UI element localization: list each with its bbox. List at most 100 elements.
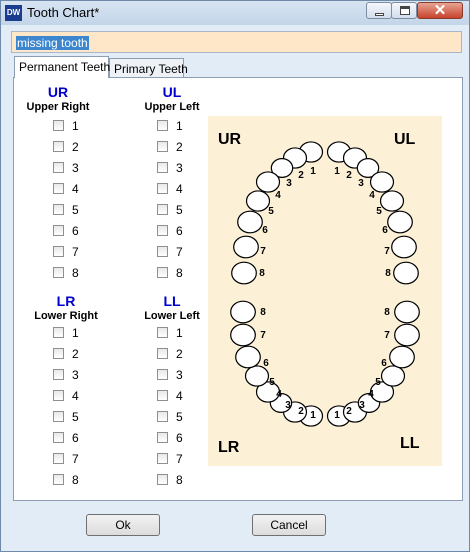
tooth-checkbox-ul-3[interactable]: 3 (157, 160, 183, 175)
checkbox-label: 5 (72, 409, 79, 424)
tooth-checkbox-lr-7[interactable]: 7 (53, 451, 79, 466)
tooth-checkbox-ll-1[interactable]: 1 (157, 325, 183, 340)
checkbox-label: 1 (176, 118, 183, 133)
tooth-checkbox-lr-6[interactable]: 6 (53, 430, 79, 445)
tooth-number-ul-6: 6 (382, 225, 388, 236)
tooth-checkbox-ur-2[interactable]: 2 (53, 139, 79, 154)
checkbox-box[interactable] (53, 453, 64, 465)
tooth-checkbox-ll-2[interactable]: 2 (157, 346, 183, 361)
tooth-checkbox-ul-7[interactable]: 7 (157, 244, 183, 259)
checkbox-box[interactable] (157, 327, 168, 339)
checkbox-box[interactable] (53, 369, 64, 381)
tooth-checkbox-lr-5[interactable]: 5 (53, 409, 79, 424)
tooth-checkbox-ur-1[interactable]: 1 (53, 118, 79, 133)
checkbox-box[interactable] (53, 162, 64, 174)
checkbox-label: 7 (72, 451, 79, 466)
tooth-checkbox-lr-4[interactable]: 4 (53, 388, 79, 403)
checkbox-box[interactable] (53, 474, 64, 486)
tooth-checkbox-ul-2[interactable]: 2 (157, 139, 183, 154)
checkbox-box[interactable] (157, 225, 168, 237)
checkbox-box[interactable] (53, 390, 64, 402)
tooth-number-ur-7: 7 (260, 246, 266, 257)
quadrant-name: Lower Right (34, 310, 98, 322)
tooth-checkbox-ll-6[interactable]: 6 (157, 430, 183, 445)
checkbox-box[interactable] (53, 327, 64, 339)
tooth-checkbox-ur-8[interactable]: 8 (53, 265, 79, 280)
tooth-checkbox-lr-1[interactable]: 1 (53, 325, 79, 340)
tooth-checkbox-ul-5[interactable]: 5 (157, 202, 183, 217)
tooth-checkbox-ll-4[interactable]: 4 (157, 388, 183, 403)
tooth-number-ur-3: 3 (286, 178, 292, 189)
maximize-button[interactable] (391, 2, 417, 19)
checkbox-box[interactable] (157, 348, 168, 360)
checkbox-box[interactable] (157, 453, 168, 465)
tooth-checkbox-ur-4[interactable]: 4 (53, 181, 79, 196)
tooth-number-lr-5: 5 (269, 377, 275, 388)
checkbox-box[interactable] (53, 204, 64, 216)
tooth-checkbox-lr-8[interactable]: 8 (53, 472, 79, 487)
tooth-number-ll-8: 8 (384, 307, 390, 318)
tooth-checkbox-ur-7[interactable]: 7 (53, 244, 79, 259)
checkbox-box[interactable] (53, 225, 64, 237)
cancel-button[interactable]: Cancel (252, 514, 326, 536)
checkbox-box[interactable] (157, 432, 168, 444)
tooth-checkbox-ul-6[interactable]: 6 (157, 223, 183, 238)
quadrant-code: LL (163, 293, 181, 309)
tooth-checkbox-lr-2[interactable]: 2 (53, 346, 79, 361)
checkbox-box[interactable] (157, 183, 168, 195)
checkbox-label: 7 (72, 244, 79, 259)
checkbox-box[interactable] (157, 204, 168, 216)
ok-button[interactable]: Ok (86, 514, 160, 536)
tab-primary-teeth[interactable]: Primary Teeth (109, 58, 188, 77)
checkbox-box[interactable] (157, 390, 168, 402)
tooth-number-lr-1: 1 (310, 410, 316, 421)
minimize-button[interactable] (366, 2, 392, 19)
checkbox-box[interactable] (53, 120, 64, 132)
tooth-checkbox-ur-5[interactable]: 5 (53, 202, 79, 217)
app-icon: DW (5, 5, 22, 21)
quadrant-code: LR (56, 293, 76, 309)
checkbox-label: 8 (176, 265, 183, 280)
checkbox-box[interactable] (157, 246, 168, 258)
tooth-checkbox-ur-3[interactable]: 3 (53, 160, 79, 175)
checkbox-box[interactable] (53, 246, 64, 258)
checkbox-box[interactable] (53, 141, 64, 153)
close-button[interactable]: ✕ (417, 2, 463, 19)
tooth-ur-7 (233, 235, 259, 259)
tooth-number-ll-1: 1 (334, 410, 340, 421)
checkbox-box[interactable] (53, 267, 64, 279)
checkbox-label: 2 (72, 346, 79, 361)
tooth-checkbox-ul-1[interactable]: 1 (157, 118, 183, 133)
tooth-ul-7 (391, 235, 417, 259)
checkbox-box[interactable] (157, 141, 168, 153)
note-field[interactable]: missing tooth (11, 31, 462, 53)
checkbox-box[interactable] (53, 432, 64, 444)
tooth-checkbox-ll-8[interactable]: 8 (157, 472, 183, 487)
checkbox-box[interactable] (157, 369, 168, 381)
tooth-checkbox-ll-5[interactable]: 5 (157, 409, 183, 424)
checkbox-box[interactable] (157, 162, 168, 174)
tooth-number-ur-4: 4 (275, 190, 281, 201)
checkbox-box[interactable] (157, 411, 168, 423)
tooth-checkbox-ur-6[interactable]: 6 (53, 223, 79, 238)
tooth-checkbox-ll-7[interactable]: 7 (157, 451, 183, 466)
checkbox-box[interactable] (53, 183, 64, 195)
tooth-checkbox-ul-4[interactable]: 4 (157, 181, 183, 196)
checkbox-label: 8 (176, 472, 183, 487)
checkbox-label: 2 (176, 139, 183, 154)
checkbox-label: 3 (176, 160, 183, 175)
checkbox-box[interactable] (53, 411, 64, 423)
tooth-checkbox-ul-8[interactable]: 8 (157, 265, 183, 280)
checkbox-box[interactable] (53, 348, 64, 360)
quadrant-header-ll: LL Lower Left (132, 293, 212, 323)
title-bar[interactable]: DW Tooth Chart* ✕ (1, 1, 469, 25)
checkbox-box[interactable] (157, 120, 168, 132)
checkbox-box[interactable] (157, 267, 168, 279)
checkbox-box[interactable] (157, 474, 168, 486)
checkbox-label: 2 (176, 346, 183, 361)
tooth-checkbox-ll-3[interactable]: 3 (157, 367, 183, 382)
tooth-number-ul-2: 2 (346, 170, 352, 181)
tooth-checkbox-lr-3[interactable]: 3 (53, 367, 79, 382)
corner-label-ur: UR (218, 131, 242, 148)
tab-permanent-teeth[interactable]: Permanent Teeth (14, 56, 110, 78)
